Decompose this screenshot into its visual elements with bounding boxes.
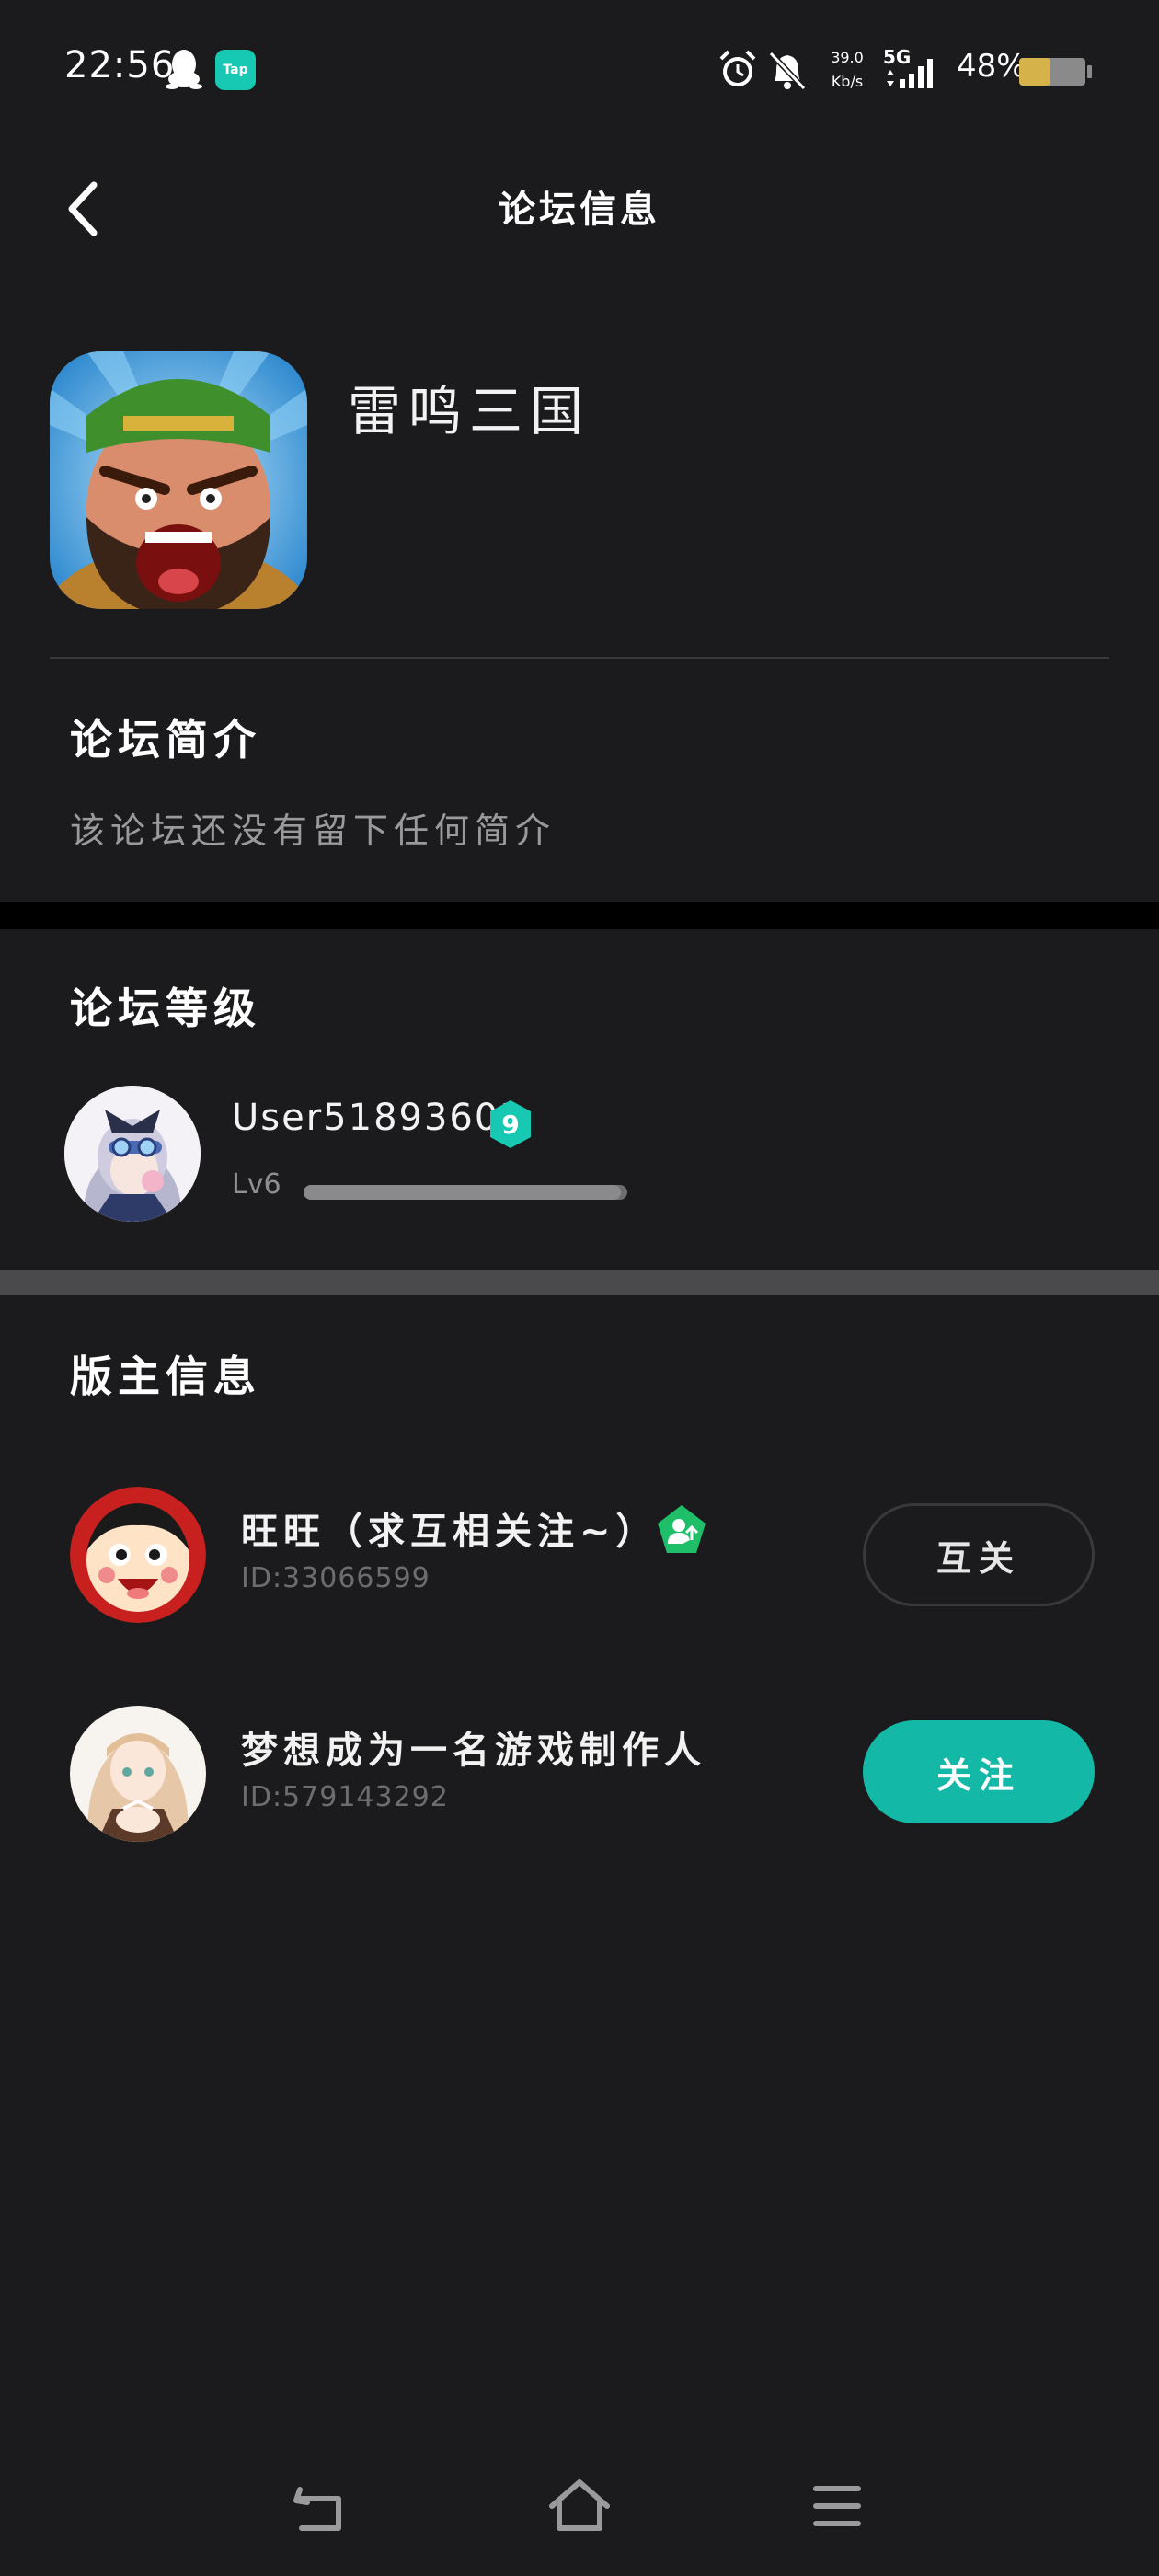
- level-label: Lv6: [232, 1168, 281, 1201]
- moderator-name: 梦想成为一名游戏制作人: [241, 1730, 706, 1772]
- network-speed: 39.0 Kb/s: [824, 46, 870, 94]
- user-name: User51893603: [232, 1097, 525, 1139]
- status-bar: 22:56 Tap 39.0 Kb/s 5G 48%: [0, 0, 1159, 138]
- network-speed-unit: Kb/s: [831, 73, 864, 90]
- level-progress-fill: [304, 1185, 621, 1200]
- battery-percentage: 48%: [957, 48, 1027, 85]
- moderator-badge-icon: [658, 1505, 706, 1553]
- signal-strength-icon: [887, 59, 933, 88]
- home-icon[interactable]: [546, 2475, 613, 2536]
- network-speed-value: 39.0: [831, 49, 864, 66]
- qq-penguin-icon: [166, 50, 202, 89]
- avatar[interactable]: [64, 1086, 201, 1222]
- menu-icon[interactable]: [809, 2482, 865, 2530]
- avatar[interactable]: [70, 1487, 206, 1623]
- game-icon: [50, 351, 307, 609]
- section-separator: [0, 1270, 1159, 1295]
- return-icon[interactable]: [291, 2480, 350, 2536]
- moderator-id: ID:33066599: [241, 1562, 430, 1594]
- anime-avatar-image: [64, 1086, 201, 1222]
- bell-off-icon: [768, 51, 807, 91]
- follow-button[interactable]: 关注: [863, 1720, 1095, 1823]
- page-title: 论坛信息: [499, 189, 660, 231]
- level-badge-icon: 9: [490, 1100, 531, 1148]
- cartoon-boy-avatar-image: [70, 1487, 206, 1623]
- battery-icon: [1019, 58, 1092, 86]
- intro-text: 该论坛还没有留下任何简介: [70, 811, 557, 851]
- status-time: 22:56: [64, 44, 176, 86]
- moderator-name: 旺旺（求互相关注~）: [241, 1511, 659, 1553]
- forum-info-screen: 22:56 Tap 39.0 Kb/s 5G 48% 论坛信息 雷鸣三国 论坛简…: [0, 0, 1159, 2576]
- avatar[interactable]: [70, 1706, 206, 1842]
- level-progress-bar: [304, 1185, 627, 1200]
- anime-girl-avatar-image: [70, 1706, 206, 1842]
- moderator-section-title: 版主信息: [70, 1351, 261, 1401]
- taptap-app-icon: Tap: [215, 50, 256, 90]
- game-character-image: [50, 351, 307, 609]
- section-separator: [0, 902, 1159, 929]
- level-badge-number: 9: [501, 1110, 519, 1140]
- moderator-id: ID:579143292: [241, 1781, 449, 1813]
- mutual-follow-button[interactable]: 互关: [863, 1503, 1095, 1606]
- moderator-row: 旺旺（求互相关注~） ID:33066599 互关: [0, 1479, 1159, 1627]
- level-section-title: 论坛等级: [70, 983, 261, 1033]
- moderator-row: 梦想成为一名游戏制作人 ID:579143292 关注: [0, 1698, 1159, 1846]
- game-name: 雷鸣三国: [348, 380, 591, 443]
- divider: [50, 657, 1109, 659]
- alarm-clock-icon: [719, 50, 756, 86]
- intro-section-title: 论坛简介: [70, 715, 261, 765]
